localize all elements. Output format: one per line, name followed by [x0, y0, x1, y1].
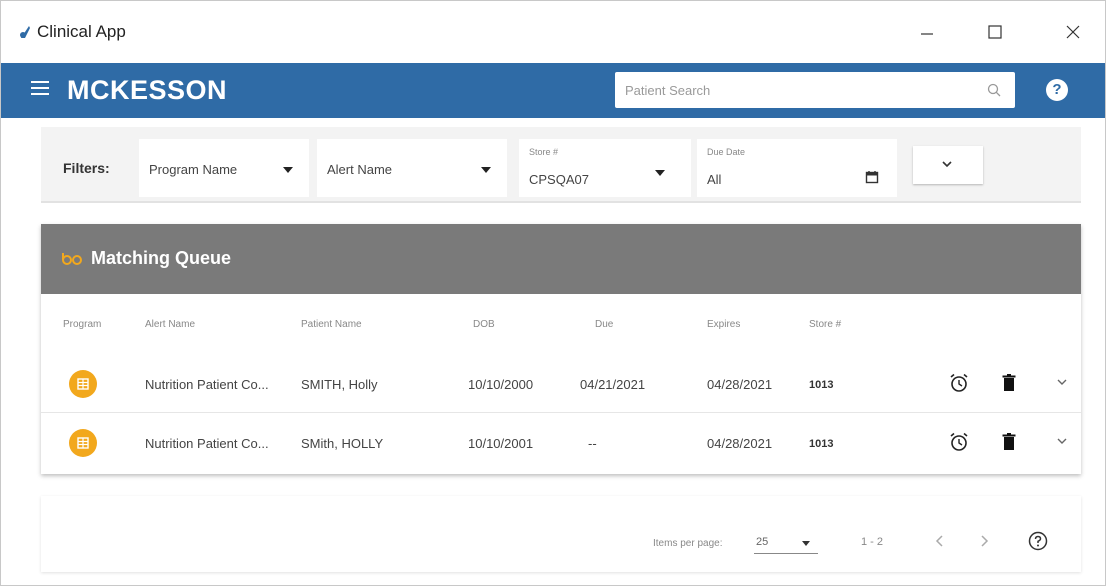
caret-down-icon [655, 170, 665, 176]
col-header: Store # [809, 319, 842, 330]
store-filter[interactable]: Store # CPSQA07 [519, 139, 691, 197]
card-title: Matching Queue [91, 248, 232, 268]
card-header: Matching Queue [41, 224, 1081, 294]
app-window: Clinical App MCKESSON ? Filters: Program… [0, 0, 1106, 586]
chevron-down-icon[interactable] [1056, 436, 1068, 446]
col-header: Program [63, 319, 102, 330]
chevron-down-icon [942, 161, 952, 168]
matching-queue-card: Matching Queue Program Alert Name Patien… [41, 224, 1081, 474]
minimize-icon [921, 33, 933, 35]
store-cell: 1013 [809, 379, 834, 391]
col-header: Due [595, 319, 614, 330]
patient-search [615, 72, 1015, 108]
close-icon [1066, 25, 1080, 39]
items-per-page-select[interactable]: 25 [754, 534, 818, 554]
help-icon[interactable]: ? [1046, 79, 1068, 101]
title-bar: Clinical App [1, 1, 1105, 63]
alarm-icon[interactable] [948, 372, 970, 394]
maximize-button[interactable] [975, 15, 1015, 49]
expires-cell: 04/28/2021 [707, 436, 773, 451]
queue-icon [62, 253, 82, 265]
chevron-right-icon[interactable] [973, 530, 995, 552]
patient-name-cell: SMith, HOLLY [301, 436, 384, 451]
trash-icon[interactable] [998, 431, 1020, 453]
help-outline-icon[interactable] [1027, 530, 1049, 552]
store-filter-label: Store # [529, 147, 559, 157]
chevron-down-icon[interactable] [1056, 377, 1068, 387]
caret-down-icon [802, 541, 810, 546]
hamburger-icon[interactable] [31, 81, 49, 97]
mckesson-logo: MCKESSON [67, 75, 228, 105]
alert-name-cell: Nutrition Patient Co... [145, 436, 269, 451]
table-row[interactable]: Nutrition Patient Co... SMITH, Holly 10/… [41, 355, 1081, 413]
caret-down-icon [481, 167, 491, 173]
program-name-value: Program Name [149, 162, 238, 177]
alert-name-value: Alert Name [327, 162, 393, 177]
due-date-filter[interactable]: Due Date All [697, 139, 897, 197]
search-icon[interactable] [987, 83, 1001, 97]
patient-search-input[interactable] [615, 82, 965, 98]
program-icon [69, 370, 97, 398]
col-header: Patient Name [301, 319, 362, 330]
alarm-icon[interactable] [948, 431, 970, 453]
caret-down-icon [283, 167, 293, 173]
dob-cell: 10/10/2000 [468, 377, 534, 392]
due-cell: -- [588, 436, 597, 451]
items-per-page-label: Items per page: [653, 538, 723, 549]
calendar-icon[interactable] [865, 170, 879, 184]
expires-cell: 04/28/2021 [707, 377, 773, 392]
app-header: MCKESSON ? [1, 63, 1105, 118]
store-cell: 1013 [809, 438, 834, 450]
paginator: Items per page: 25 1 - 2 [41, 496, 1081, 572]
close-button[interactable] [1053, 15, 1093, 49]
col-header: Alert Name [145, 319, 196, 330]
due-cell: 04/21/2021 [580, 377, 646, 392]
app-icon [20, 26, 30, 38]
dob-cell: 10/10/2001 [468, 436, 534, 451]
trash-icon[interactable] [998, 372, 1020, 394]
filter-bar: Filters: Program Name Alert Name Store #… [41, 127, 1081, 203]
table-row[interactable]: Nutrition Patient Co... SMith, HOLLY 10/… [41, 414, 1081, 472]
window-title: Clinical App [37, 22, 126, 41]
alert-name-cell: Nutrition Patient Co... [145, 377, 269, 392]
chevron-left-icon[interactable] [929, 530, 951, 552]
maximize-icon [988, 25, 1002, 39]
store-filter-value: CPSQA07 [529, 172, 589, 187]
col-header: Expires [707, 319, 741, 330]
program-name-filter[interactable]: Program Name [139, 139, 309, 197]
items-per-page-value: 25 [756, 536, 769, 548]
page-range: 1 - 2 [861, 536, 884, 548]
col-header: DOB [473, 319, 495, 330]
due-date-value: All [707, 172, 722, 187]
due-date-label: Due Date [707, 147, 746, 157]
filters-label: Filters: [63, 160, 110, 176]
program-icon [69, 429, 97, 457]
minimize-button[interactable] [907, 15, 947, 49]
alert-name-filter[interactable]: Alert Name [317, 139, 507, 197]
more-filters-button[interactable] [913, 146, 983, 184]
patient-name-cell: SMITH, Holly [301, 377, 378, 392]
